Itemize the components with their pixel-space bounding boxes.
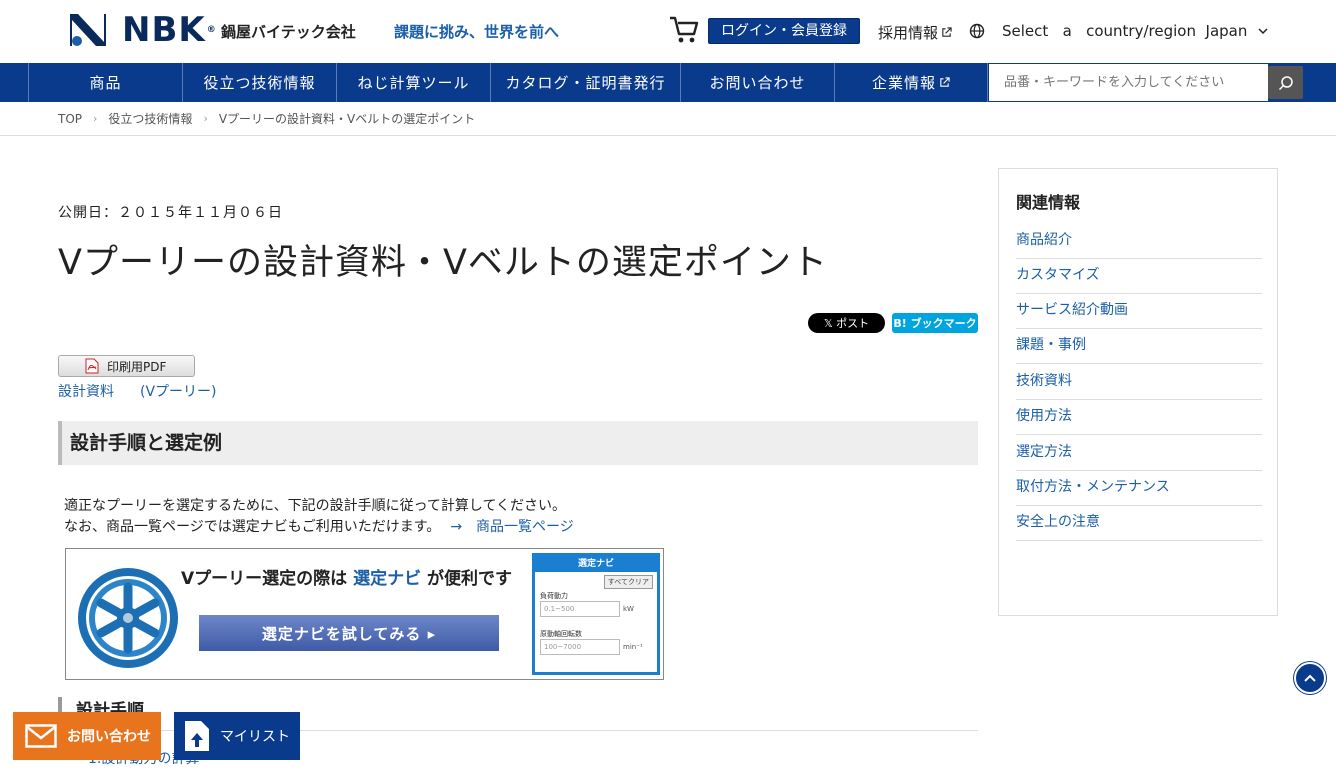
x-post-button[interactable]: 𝕏 ポスト: [808, 313, 885, 333]
selection-navi-banner[interactable]: Vプーリー選定の際は 選定ナビ が便利です 選定ナビを試してみる ▸ 選定ナビ …: [65, 548, 664, 680]
nav-item-contact[interactable]: お問い合わせ: [680, 63, 834, 102]
pdf-icon: [85, 358, 99, 374]
chevron-right-icon: ›: [203, 112, 208, 125]
country-word-japan: Japan: [1205, 22, 1248, 40]
design-doc-sub-label: (Vプーリー): [140, 384, 217, 400]
navi-clear-all: すべてクリア: [603, 575, 653, 589]
nav-corporate-label: 企業情報: [871, 74, 936, 92]
sidebar-item-selection[interactable]: 選定方法: [1016, 436, 1262, 471]
tagline: 課題に挑み、世界を前へ: [394, 23, 560, 41]
sidebar-item-customize[interactable]: カスタマイズ: [1016, 259, 1262, 294]
sidebar-item-product-intro[interactable]: 商品紹介: [1016, 224, 1262, 259]
back-to-top-button[interactable]: [1294, 662, 1326, 694]
breadcrumb-current: Vプーリーの設計資料・Vベルトの選定ポイント: [218, 112, 476, 126]
breadcrumb-top[interactable]: TOP: [58, 112, 82, 126]
nav-item-products[interactable]: 商品: [28, 63, 182, 102]
external-link-icon: [940, 77, 950, 87]
publish-date: 公開日：２０１５年１１月０６日: [58, 205, 283, 221]
print-pdf-label: 印刷用PDF: [107, 359, 167, 374]
product-list-link[interactable]: → 商品一覧ページ: [450, 516, 573, 536]
description-line-2-text: なお、商品一覧ページでは選定ナビもご利用いただけます。: [64, 519, 441, 535]
pulley-illustration-icon: [78, 568, 178, 668]
navi-field2-unit: min⁻¹: [623, 643, 643, 651]
breadcrumb-tech-info[interactable]: 役立つ技術情報: [108, 110, 192, 127]
navi-field1-unit: kW: [623, 605, 634, 613]
navi-field1-label: 負荷動力: [540, 592, 568, 600]
description-line-1: 適正なプーリーを選定するために、下記の設計手順に従って計算してください。: [64, 498, 567, 514]
sidebar-item-usage[interactable]: 使用方法: [1016, 400, 1262, 435]
navi-field2-input: 100~7000: [540, 639, 620, 655]
country-word-region: country/region: [1086, 22, 1196, 40]
hatena-bookmark-button[interactable]: B! ブックマーク: [892, 313, 978, 333]
chevron-right-icon: ›: [93, 112, 98, 125]
site-header: NBK® 鍋屋バイテック会社 課題に挑み、世界を前へ ログイン・会員登録 採用情…: [0, 0, 1336, 63]
banner-headline: Vプーリー選定の際は 選定ナビ が便利です: [181, 569, 512, 589]
breadcrumb-divider: [0, 135, 1336, 136]
nbk-logo[interactable]: NBK®: [68, 12, 217, 48]
external-link-icon: [942, 27, 952, 37]
sidebar-item-mounting[interactable]: 取付方法・メンテナンス: [1016, 471, 1262, 506]
sidebar-item-cases[interactable]: 課題・事例: [1016, 329, 1262, 364]
company-name: 鍋屋バイテック会社: [221, 23, 356, 41]
selection-navi-preview: 選定ナビ すべてクリア 負荷動力 0.1~500 kW 原動軸回転数 100~7…: [532, 553, 660, 675]
section-heading: 設計手順と選定例: [58, 421, 978, 465]
sidebar-item-safety[interactable]: 安全上の注意: [1016, 506, 1262, 541]
login-register-button[interactable]: ログイン・会員登録: [708, 18, 860, 44]
navi-preview-title: 選定ナビ: [535, 556, 657, 572]
navi-field2-label: 原動軸回転数: [540, 630, 582, 638]
country-selector[interactable]: Select a country/region Japan: [1002, 22, 1247, 40]
try-selection-navi-button[interactable]: 選定ナビを試してみる ▸: [199, 615, 499, 651]
cart-icon[interactable]: [668, 14, 700, 46]
sidebar-title: 関連情報: [1016, 193, 1081, 212]
mylist-upload-icon: [185, 721, 209, 751]
nav-item-tech-info[interactable]: 役立つ技術情報: [182, 63, 336, 102]
recruit-link[interactable]: 採用情報: [878, 22, 952, 43]
contact-floating-label: お問い合わせ: [67, 729, 151, 745]
country-word-a: a: [1062, 22, 1072, 40]
logo-text: NBK®: [122, 10, 217, 50]
mylist-floating-label: マイリスト: [220, 729, 290, 745]
description-line-2: なお、商品一覧ページでは選定ナビもご利用いただけます。 → 商品一覧ページ: [64, 516, 574, 536]
nav-item-screw-tool[interactable]: ねじ計算ツール: [336, 63, 490, 102]
page-title: Vプーリーの設計資料・Vベルトの選定ポイント: [58, 243, 828, 283]
design-doc-link[interactable]: 設計資料 (Vプーリー): [58, 381, 217, 401]
print-pdf-button[interactable]: 印刷用PDF: [58, 355, 195, 377]
sidebar-item-service-video[interactable]: サービス紹介動画: [1016, 294, 1262, 329]
breadcrumb: TOP › 役立つ技術情報 › Vプーリーの設計資料・Vベルトの選定ポイント: [58, 110, 475, 127]
country-word-select: Select: [1002, 22, 1049, 40]
search-icon: [1278, 75, 1293, 90]
mail-icon: [25, 724, 57, 748]
nav-item-corporate[interactable]: 企業情報: [834, 63, 988, 102]
nbk-logo-mark-icon: [70, 14, 106, 46]
search-input[interactable]: [989, 64, 1268, 101]
nav-item-catalog[interactable]: カタログ・証明書発行: [490, 63, 680, 102]
design-doc-label: 設計資料: [58, 384, 114, 400]
chevron-up-icon: [1304, 674, 1316, 682]
sidebar-item-tech-docs[interactable]: 技術資料: [1016, 365, 1262, 400]
globe-icon: [969, 23, 985, 39]
recruit-label: 採用情報: [878, 24, 939, 42]
search-button[interactable]: [1268, 66, 1303, 99]
contact-floating-button[interactable]: お問い合わせ: [13, 712, 161, 760]
related-info-sidebar: 関連情報 商品紹介 カスタマイズ サービス紹介動画 課題・事例 技術資料 使用方…: [998, 168, 1278, 616]
navi-field1-input: 0.1~500: [540, 601, 620, 617]
mylist-floating-button[interactable]: マイリスト: [174, 712, 300, 760]
chevron-down-icon[interactable]: [1257, 26, 1269, 36]
